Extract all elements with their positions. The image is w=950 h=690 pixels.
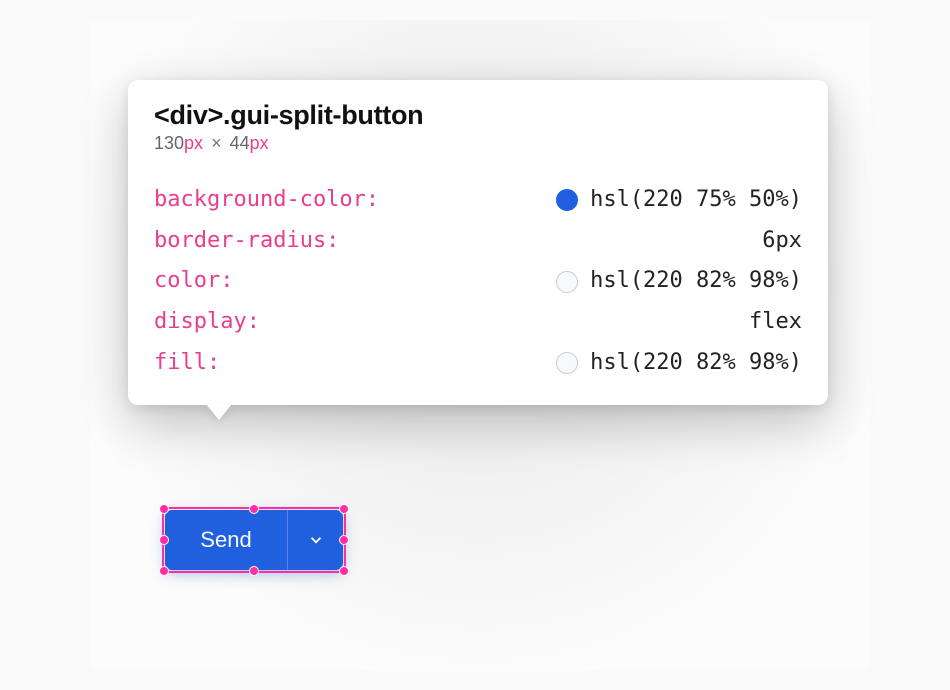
element-dimensions: 130px × 44px [154, 133, 802, 154]
style-property-row: display:flex [154, 302, 802, 343]
split-button-dropdown[interactable] [287, 510, 343, 570]
property-name: background-color: [154, 180, 379, 221]
style-property-row: background-color:hsl(220 75% 50%) [154, 180, 802, 221]
property-name: display: [154, 302, 260, 343]
property-value: flex [260, 302, 802, 343]
color-swatch-icon [556, 352, 578, 374]
element-selector: <div>.gui-split-button [154, 100, 802, 131]
style-property-row: fill:hsl(220 82% 98%) [154, 343, 802, 384]
send-button-label: Send [200, 527, 251, 553]
color-swatch-icon [556, 271, 578, 293]
style-properties-list: background-color:hsl(220 75% 50%)border-… [154, 180, 802, 383]
canvas: <div>.gui-split-button 130px × 44px back… [90, 20, 870, 670]
devtools-element-tooltip: <div>.gui-split-button 130px × 44px back… [128, 80, 828, 405]
chevron-down-icon [307, 531, 325, 549]
property-name: border-radius: [154, 221, 339, 262]
style-property-row: color:hsl(220 82% 98%) [154, 261, 802, 302]
send-button[interactable]: Send [165, 510, 287, 570]
property-value: hsl(220 75% 50%) [379, 180, 802, 221]
property-name: fill: [154, 343, 220, 384]
property-name: color: [154, 261, 233, 302]
split-button-selection-wrap: Send [165, 510, 343, 570]
property-value: hsl(220 82% 98%) [220, 343, 802, 384]
property-value: 6px [339, 221, 802, 262]
style-property-row: border-radius:6px [154, 221, 802, 262]
gui-split-button: Send [165, 510, 343, 570]
color-swatch-icon [556, 189, 578, 211]
property-value: hsl(220 82% 98%) [233, 261, 802, 302]
